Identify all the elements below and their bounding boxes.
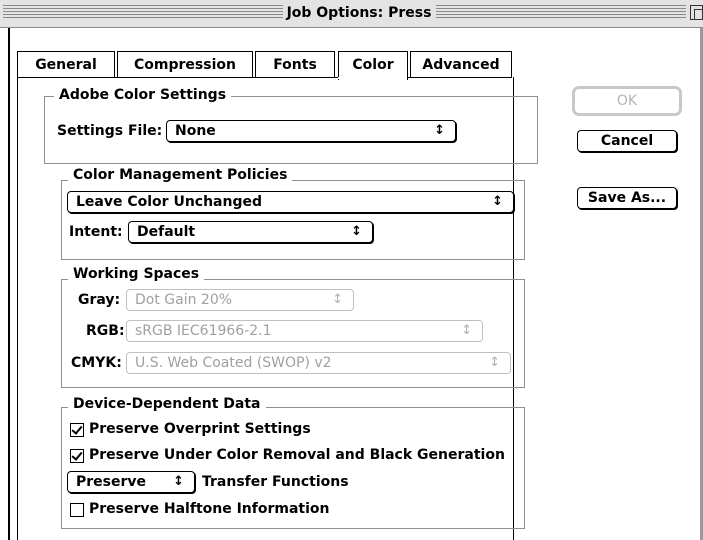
popup-arrows-icon: ↕ xyxy=(489,355,500,370)
transfer-functions-value: Preserve xyxy=(76,474,147,490)
tab-fonts[interactable]: Fonts xyxy=(255,51,335,78)
tab-advanced[interactable]: Advanced xyxy=(410,51,512,78)
title-bar-stripes-left xyxy=(3,5,283,20)
transfer-functions-popup[interactable]: Preserve ↕ xyxy=(67,471,195,493)
gray-value: Dot Gain 20% xyxy=(135,292,233,308)
intent-label: Intent: xyxy=(69,224,123,240)
title-bar[interactable]: Job Options: Press xyxy=(0,0,703,28)
preserve-halftone-checkbox[interactable] xyxy=(70,503,84,517)
intent-popup[interactable]: Default ↕ xyxy=(128,221,373,243)
group-title-color-management-policies: Color Management Policies xyxy=(68,166,293,184)
preserve-overprint-label[interactable]: Preserve Overprint Settings xyxy=(89,419,311,439)
gray-label: Gray: xyxy=(78,292,121,308)
preserve-ucr-label[interactable]: Preserve Under Color Removal and Black G… xyxy=(89,445,505,465)
zoom-box-icon[interactable] xyxy=(690,5,703,20)
title-bar-stripes-right xyxy=(436,5,686,20)
ok-button[interactable]: OK xyxy=(572,86,682,116)
popup-arrows-icon: ↕ xyxy=(332,292,343,307)
popup-arrows-icon: ↕ xyxy=(492,194,503,209)
dialog-left-edge xyxy=(8,28,10,540)
settings-file-label: Settings File: xyxy=(57,123,163,139)
rgb-popup[interactable]: sRGB IEC61966-2.1 ↕ xyxy=(126,320,483,342)
cancel-button[interactable]: Cancel xyxy=(577,130,677,152)
transfer-functions-label: Transfer Functions xyxy=(202,474,349,490)
preserve-halftone-label[interactable]: Preserve Halftone Information xyxy=(89,499,330,519)
group-title-adobe-color-settings: Adobe Color Settings xyxy=(54,86,232,104)
rgb-label: RGB: xyxy=(86,323,125,339)
preserve-overprint-checkbox[interactable] xyxy=(70,423,84,437)
settings-file-value: None xyxy=(175,123,216,139)
tab-general[interactable]: General xyxy=(17,51,115,78)
group-title-device-dependent-data: Device-Dependent Data xyxy=(68,395,266,413)
cmyk-popup[interactable]: U.S. Web Coated (SWOP) v2 ↕ xyxy=(126,352,511,374)
tab-color[interactable]: Color xyxy=(338,51,408,80)
intent-value: Default xyxy=(137,224,196,240)
popup-arrows-icon: ↕ xyxy=(434,123,445,138)
rgb-value: sRGB IEC61966-2.1 xyxy=(135,323,272,339)
popup-arrows-icon: ↕ xyxy=(173,474,184,489)
settings-file-popup[interactable]: None ↕ xyxy=(166,120,456,142)
cmyk-value: U.S. Web Coated (SWOP) v2 xyxy=(135,355,332,371)
group-title-working-spaces: Working Spaces xyxy=(68,265,205,283)
color-policy-value: Leave Color Unchanged xyxy=(76,194,262,210)
color-policy-popup[interactable]: Leave Color Unchanged ↕ xyxy=(67,191,514,213)
cmyk-label: CMYK: xyxy=(71,355,122,371)
preserve-ucr-checkbox[interactable] xyxy=(70,449,84,463)
active-tab-gap xyxy=(338,77,406,79)
popup-arrows-icon: ↕ xyxy=(351,224,362,239)
window-title: Job Options: Press xyxy=(283,3,435,23)
save-as-button[interactable]: Save As... xyxy=(577,187,677,209)
popup-arrows-icon: ↕ xyxy=(461,323,472,338)
tab-compression[interactable]: Compression xyxy=(117,51,253,78)
gray-popup[interactable]: Dot Gain 20% ↕ xyxy=(126,289,354,311)
